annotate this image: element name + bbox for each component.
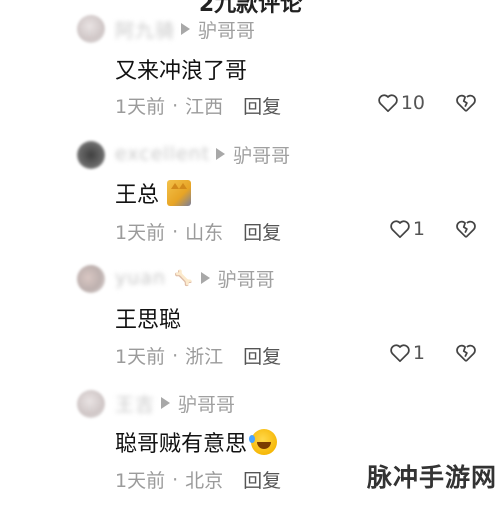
separator-dot: · <box>172 220 179 243</box>
reply-arrow-icon <box>161 397 171 409</box>
comment-item: 阿九骑 驴哥哥 又来冲浪了哥 1天前 · 江西 回复 10 <box>0 14 501 138</box>
separator-dot: · <box>172 468 179 491</box>
reply-arrow-icon <box>216 148 226 160</box>
author-name[interactable]: 阿九骑 <box>115 16 175 43</box>
comment-header: 阿九骑 驴哥哥 <box>115 16 255 42</box>
comment-text: 王总 <box>115 177 192 209</box>
broken-heart-icon <box>456 94 476 112</box>
heart-icon <box>390 220 410 239</box>
dislike-button[interactable] <box>455 343 477 367</box>
broken-heart-icon <box>456 220 476 238</box>
laughing-tears-emoji-icon <box>249 429 278 455</box>
cat-emoji-icon <box>167 180 192 206</box>
comment-meta: 1天前 · 山东 回复 <box>115 218 281 245</box>
comment-time: 1天前 <box>115 470 166 492</box>
comment-text: 王思聪 <box>115 302 181 334</box>
like-count: 1 <box>412 218 425 240</box>
author-name[interactable]: excellent <box>115 143 210 165</box>
reply-button[interactable]: 回复 <box>243 218 281 245</box>
comment-location: 浙江 <box>185 346 224 368</box>
separator-dot: · <box>172 344 179 367</box>
author-name[interactable]: 王吉 <box>115 390 155 417</box>
like-count: 1 <box>412 342 425 364</box>
heart-icon <box>390 344 410 363</box>
comment-item: yuan 🦴 驴哥哥 王思聪 1天前 · 浙江 回复 1 <box>0 264 501 388</box>
avatar[interactable] <box>77 265 105 293</box>
comment-text-content: 王思聪 <box>115 308 182 333</box>
comment-meta: 1天前 · 浙江 回复 <box>115 342 281 369</box>
like-button[interactable]: 1 <box>389 218 425 240</box>
separator-dot: · <box>172 94 179 117</box>
reply-target-name[interactable]: 驴哥哥 <box>198 16 255 43</box>
reply-arrow-icon <box>181 23 191 35</box>
comment-text: 聪哥贼有意思 <box>115 426 278 458</box>
comment-text: 又来冲浪了哥 <box>115 53 247 85</box>
bone-icon: 🦴 <box>173 269 193 287</box>
reply-button[interactable]: 回复 <box>243 92 281 119</box>
avatar[interactable] <box>77 390 105 418</box>
comment-text-content: 王总 <box>115 183 160 208</box>
comment-item: excellent 驴哥哥 王总 1天前 · 山东 回复 1 <box>0 139 501 263</box>
reply-target-name[interactable]: 驴哥哥 <box>178 390 235 417</box>
reply-button[interactable]: 回复 <box>243 466 281 493</box>
comment-time: 1天前 <box>115 222 166 244</box>
broken-heart-icon <box>456 344 476 362</box>
comment-header: 王吉 驴哥哥 <box>115 390 235 416</box>
comment-location: 江西 <box>185 96 224 118</box>
like-button[interactable]: 10 <box>377 92 425 114</box>
reply-button[interactable]: 回复 <box>243 342 281 369</box>
comment-text-content: 聪哥贼有意思 <box>115 432 248 457</box>
reply-target-name[interactable]: 驴哥哥 <box>218 265 275 292</box>
comment-meta: 1天前 · 江西 回复 <box>115 92 281 119</box>
author-name[interactable]: yuan <box>115 267 166 289</box>
comment-time: 1天前 <box>115 346 166 368</box>
avatar[interactable] <box>77 141 105 169</box>
reply-target-name[interactable]: 驴哥哥 <box>233 141 290 168</box>
heart-icon <box>378 94 398 113</box>
comment-meta: 1天前 · 北京 回复 <box>115 466 281 493</box>
comment-time: 1天前 <box>115 96 166 118</box>
avatar[interactable] <box>77 15 105 43</box>
comment-header: excellent 驴哥哥 <box>115 141 290 167</box>
like-count: 10 <box>400 92 425 114</box>
reply-arrow-icon <box>200 272 210 284</box>
dislike-button[interactable] <box>455 219 477 243</box>
comment-header: yuan 🦴 驴哥哥 <box>115 265 275 291</box>
site-watermark: 脉冲手游网 <box>366 463 497 492</box>
comment-location: 北京 <box>185 470 224 492</box>
like-button[interactable]: 1 <box>389 342 425 364</box>
comment-text-content: 又来冲浪了哥 <box>115 59 248 84</box>
comment-location: 山东 <box>185 222 224 244</box>
dislike-button[interactable] <box>455 93 477 117</box>
